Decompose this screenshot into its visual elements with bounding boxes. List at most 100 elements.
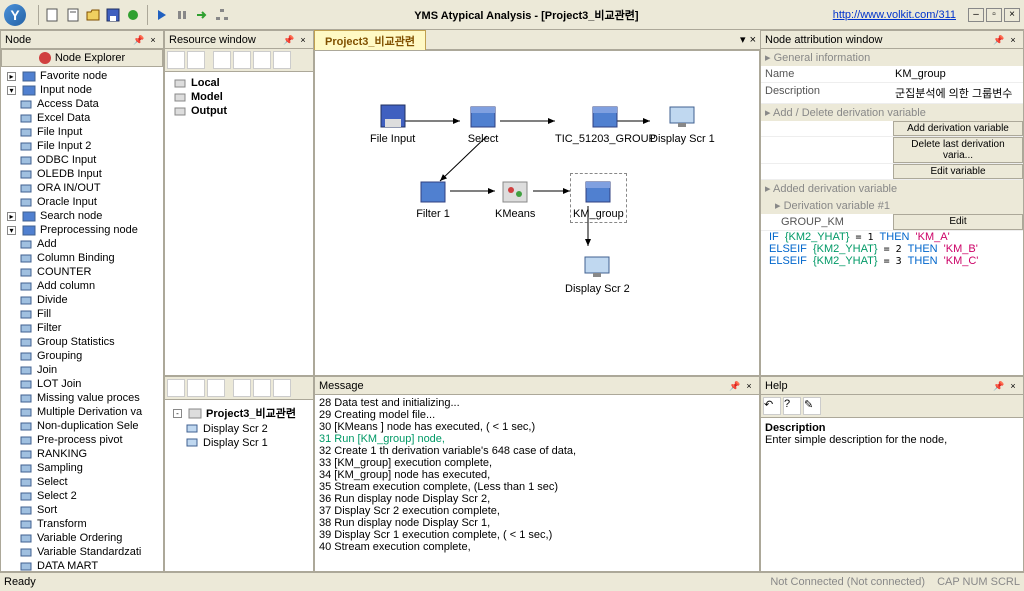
node-display-2[interactable]: Display Scr 2: [565, 251, 630, 295]
tree-item[interactable]: Add column: [3, 279, 161, 293]
node-kmeans[interactable]: KMeans: [495, 176, 535, 220]
cat-general[interactable]: ▸ General information: [761, 49, 1023, 66]
doc-icon[interactable]: [65, 7, 81, 23]
tree-item[interactable]: ORA IN/OUT: [3, 181, 161, 195]
close-icon[interactable]: ×: [147, 34, 159, 46]
expander-icon[interactable]: ▸: [7, 212, 16, 221]
proj-item[interactable]: Display Scr 2: [203, 423, 268, 435]
tree-item[interactable]: Fill: [3, 307, 161, 321]
edit-button[interactable]: Edit: [893, 214, 1023, 230]
proj-tb-icon[interactable]: [207, 379, 225, 397]
close-icon[interactable]: ×: [743, 380, 755, 392]
tree-item[interactable]: ODBC Input: [3, 153, 161, 167]
res-tb-icon[interactable]: [273, 51, 291, 69]
canvas-tab[interactable]: Project3_비교관련: [314, 30, 426, 50]
tree-item[interactable]: LOT Join: [3, 377, 161, 391]
proj-item[interactable]: Display Scr 1: [203, 437, 268, 449]
pin-icon[interactable]: 📌: [993, 34, 1005, 46]
attr-description[interactable]: 군집분석에 의한 그룹변수: [891, 83, 1023, 103]
expander-icon[interactable]: ▸: [7, 72, 16, 81]
proj-tb-icon[interactable]: [253, 379, 271, 397]
help-back-icon[interactable]: ↶: [763, 397, 781, 415]
save-icon[interactable]: [105, 7, 121, 23]
node-filter-1[interactable]: Filter 1: [415, 176, 451, 220]
tree-item[interactable]: Select 2: [3, 489, 161, 503]
pin-icon[interactable]: 📌: [283, 34, 295, 46]
cat-add-del[interactable]: ▸ Add / Delete derivation variable: [761, 104, 1023, 121]
help-help-icon[interactable]: ?: [783, 397, 801, 415]
tree-item[interactable]: Join: [3, 363, 161, 377]
pin-icon[interactable]: 📌: [133, 34, 145, 46]
tree-item[interactable]: Multiple Derivation va: [3, 405, 161, 419]
pin-icon[interactable]: 📌: [729, 380, 741, 392]
help-edit-icon[interactable]: ✎: [803, 397, 821, 415]
proj-tb-icon[interactable]: [187, 379, 205, 397]
res-tb-icon[interactable]: [187, 51, 205, 69]
tree-icon[interactable]: [214, 7, 230, 23]
node-tree[interactable]: ▸Favorite node▾Input nodeAccess DataExce…: [1, 67, 163, 571]
node-km-group[interactable]: KM_group: [570, 173, 627, 223]
tree-item[interactable]: Access Data: [3, 97, 161, 111]
open-icon[interactable]: [85, 7, 101, 23]
tree-item[interactable]: ▾Preprocessing node: [3, 223, 161, 237]
tree-item[interactable]: Add: [3, 237, 161, 251]
attr-name[interactable]: KM_group: [891, 66, 1023, 82]
resource-item[interactable]: Local: [169, 76, 309, 90]
tree-item[interactable]: Select: [3, 475, 161, 489]
tree-item[interactable]: OLEDB Input: [3, 167, 161, 181]
res-tb-icon[interactable]: [213, 51, 231, 69]
tree-item[interactable]: ▸Search node: [3, 209, 161, 223]
proj-tb-icon[interactable]: [167, 379, 185, 397]
tree-item[interactable]: File Input: [3, 125, 161, 139]
tree-item[interactable]: Pre-process pivot: [3, 433, 161, 447]
tree-item[interactable]: DATA MART: [3, 559, 161, 571]
tree-item[interactable]: Oracle Input: [3, 195, 161, 209]
cat-added[interactable]: ▸ Added derivation variable: [761, 180, 1023, 197]
node-display-1[interactable]: Display Scr 1: [650, 101, 715, 145]
tree-item[interactable]: Group Statistics: [3, 335, 161, 349]
node-explorer-button[interactable]: Node Explorer: [1, 49, 163, 67]
minimize-button[interactable]: –: [968, 8, 984, 22]
project-tree[interactable]: -Project3_비교관련 Display Scr 2 Display Scr…: [165, 400, 313, 571]
proj-tb-icon[interactable]: [273, 379, 291, 397]
record-icon[interactable]: [125, 7, 141, 23]
pause-icon[interactable]: [174, 7, 190, 23]
tree-item[interactable]: Excel Data: [3, 111, 161, 125]
tree-item[interactable]: ▾Input node: [3, 83, 161, 97]
step-icon[interactable]: [194, 7, 210, 23]
play-icon[interactable]: [154, 7, 170, 23]
help-link[interactable]: http://www.volkit.com/311: [833, 9, 956, 21]
add-derivation-button[interactable]: Add derivation variable: [893, 121, 1023, 136]
close-button[interactable]: ×: [1004, 8, 1020, 22]
node-select[interactable]: Select: [465, 101, 501, 145]
restore-button[interactable]: ▫: [986, 8, 1002, 22]
tree-item[interactable]: ▸Favorite node: [3, 69, 161, 83]
expander-icon[interactable]: ▾: [7, 226, 16, 235]
tree-item[interactable]: COUNTER: [3, 265, 161, 279]
tree-item[interactable]: Variable Ordering: [3, 531, 161, 545]
node-tic-group[interactable]: TIC_51203_GROUP: [555, 101, 656, 145]
tree-item[interactable]: Column Binding: [3, 251, 161, 265]
resource-item[interactable]: Output: [169, 104, 309, 118]
workflow-canvas[interactable]: File Input Select TIC_51203_GROUP D: [314, 50, 760, 376]
close-icon[interactable]: ×: [297, 34, 309, 46]
expander-icon[interactable]: ▾: [7, 86, 16, 95]
tree-item[interactable]: Variable Standardzati: [3, 545, 161, 559]
new-icon[interactable]: [45, 7, 61, 23]
expander-icon[interactable]: -: [173, 409, 182, 418]
res-tb-icon[interactable]: [253, 51, 271, 69]
resource-item[interactable]: Model: [169, 90, 309, 104]
close-icon[interactable]: ×: [1007, 34, 1019, 46]
tree-item[interactable]: Transform: [3, 517, 161, 531]
tree-item[interactable]: Missing value proces: [3, 391, 161, 405]
close-icon[interactable]: ×: [1007, 380, 1019, 392]
tree-item[interactable]: Sampling: [3, 461, 161, 475]
res-tb-icon[interactable]: [233, 51, 251, 69]
tree-item[interactable]: Sort: [3, 503, 161, 517]
delete-derivation-button[interactable]: Delete last derivation varia...: [893, 137, 1023, 163]
tree-item[interactable]: RANKING: [3, 447, 161, 461]
node-file-input[interactable]: File Input: [370, 101, 415, 145]
proj-tb-icon[interactable]: [233, 379, 251, 397]
tree-item[interactable]: Grouping: [3, 349, 161, 363]
tab-close-icon[interactable]: ×: [750, 34, 756, 46]
